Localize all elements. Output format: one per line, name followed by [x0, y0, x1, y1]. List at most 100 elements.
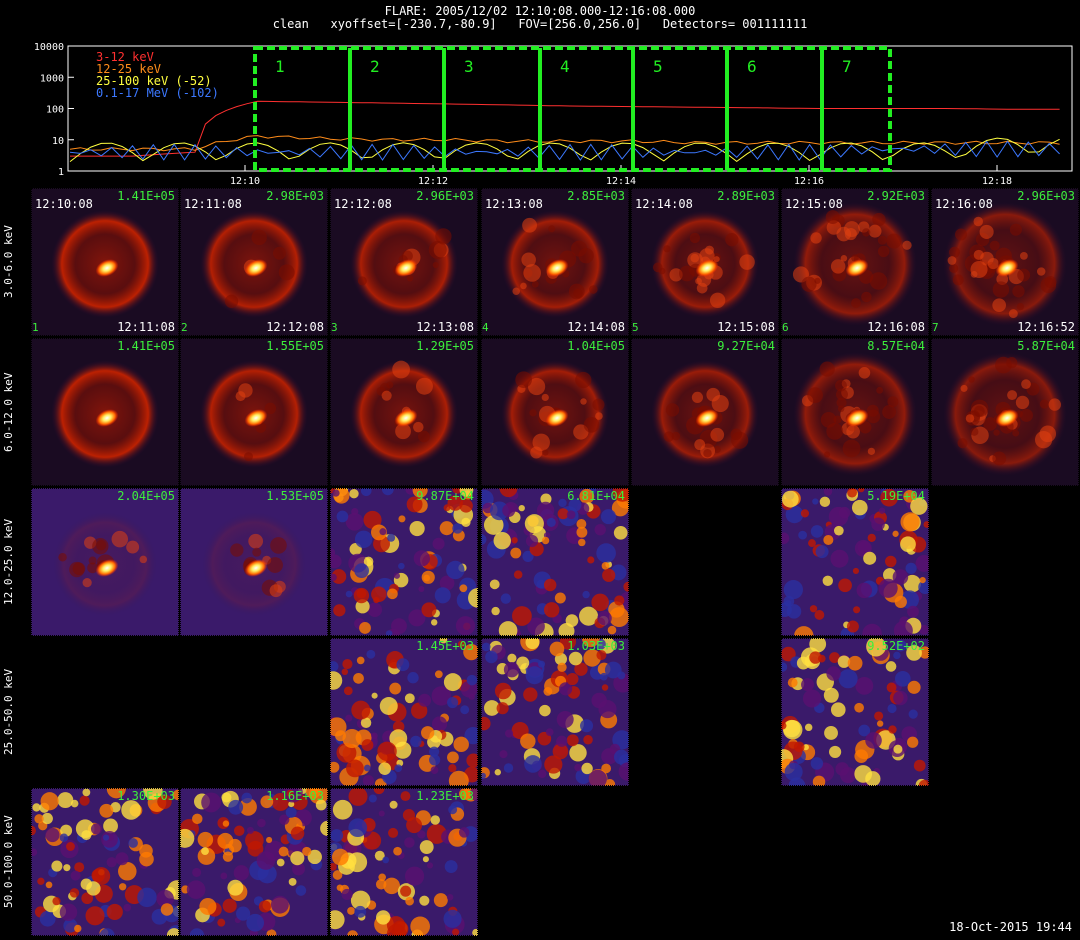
noise-blob [345, 714, 353, 722]
texture-blob [571, 240, 588, 257]
noise-blob [594, 523, 606, 536]
peak-value: 1.53E+05 [266, 489, 324, 503]
noise-blob [545, 728, 554, 736]
noise-blob [543, 578, 557, 592]
interval-end-time: 12:13:08 [416, 320, 474, 334]
interval-end-time: 12:16:52 [1017, 320, 1075, 334]
noise-blob [810, 525, 824, 538]
noise-blob [793, 741, 805, 753]
noise-blob [867, 533, 876, 542]
noise-blob [37, 877, 45, 885]
noise-blob [851, 499, 868, 516]
noise-blob [808, 539, 816, 548]
noise-blob [118, 883, 127, 891]
noise-blob [276, 858, 285, 867]
texture-blob [1048, 398, 1061, 411]
texture-blob [1039, 399, 1049, 409]
interval-end-time: 12:14:08 [567, 320, 625, 334]
texture-blob [973, 405, 985, 417]
interval-start-time: 12:14:08 [635, 197, 693, 211]
noise-blob [387, 533, 396, 542]
texture-blob [973, 216, 984, 227]
noise-blob [389, 682, 402, 695]
noise-blob [809, 651, 822, 664]
noise-blob [256, 851, 276, 870]
noise-blob [123, 903, 132, 912]
noise-blob [544, 755, 563, 774]
noise-blob [376, 910, 391, 925]
image-cell: 1.29E+05 [330, 338, 478, 486]
map-image [330, 638, 478, 786]
legend-entry-4: 0.1-17 MeV (-102) [96, 86, 219, 100]
noise-blob [892, 530, 899, 537]
noise-blob [285, 806, 297, 818]
map-image [781, 338, 929, 486]
noise-blob [504, 729, 514, 738]
texture-blob [842, 439, 861, 458]
noise-blob [220, 872, 228, 880]
noise-blob [354, 563, 369, 579]
texture-blob [88, 556, 97, 565]
noise-blob [347, 852, 368, 873]
noise-blob [228, 799, 244, 815]
noise-blob [893, 744, 903, 754]
image-grid: 3.0-6.0 keV 1.41E+05 12:10:08 12:11:08 1 2.98… [0, 188, 1080, 938]
noise-blob [846, 620, 859, 633]
texture-blob [1036, 267, 1046, 276]
noise-blob [538, 769, 547, 779]
image-cell: 9.87E+04 [330, 488, 478, 636]
image-cell: 2.89E+03 12:14:08 12:15:08 5 [631, 188, 779, 336]
texture-blob [710, 427, 725, 442]
noise-blob [448, 764, 457, 773]
noise-blob [452, 928, 460, 936]
texture-blob [949, 263, 959, 273]
noise-blob [430, 815, 441, 825]
noise-blob [838, 506, 851, 519]
noise-blob [512, 606, 532, 626]
noise-blob [201, 792, 222, 813]
noise-blob [601, 684, 609, 691]
noise-blob [913, 759, 926, 772]
noise-blob [494, 682, 512, 700]
noise-blob [453, 736, 469, 753]
interval-label-3: 3 [464, 57, 474, 76]
noise-blob [568, 651, 583, 666]
noise-blob [448, 805, 458, 815]
noise-blob [784, 762, 803, 781]
x-tick-label: 12:16 [794, 176, 824, 187]
texture-blob [689, 232, 701, 244]
noise-blob [485, 650, 498, 664]
noise-blob [423, 574, 431, 582]
noise-blob [458, 827, 470, 838]
noise-blob [460, 705, 470, 715]
noise-blob [356, 656, 365, 665]
texture-blob [830, 259, 846, 274]
noise-blob [341, 888, 353, 901]
noise-blob [812, 498, 819, 505]
noise-blob [905, 562, 917, 574]
noise-blob [346, 759, 364, 778]
y-tick-label: 10 [52, 136, 64, 147]
interval-end-time: 12:11:08 [117, 320, 175, 334]
image-cell: 1.53E+05 [180, 488, 328, 636]
x-tick-label: 12:14 [606, 176, 636, 187]
noise-blob [79, 795, 90, 806]
noise-blob [520, 733, 536, 749]
texture-blob [836, 226, 851, 242]
noise-blob [353, 587, 370, 604]
noise-blob [814, 610, 825, 620]
noise-blob [363, 764, 371, 772]
noise-blob [222, 851, 234, 862]
texture-blob [992, 281, 1010, 298]
texture-blob [836, 388, 848, 401]
noise-blob [222, 820, 230, 827]
noise-blob [432, 537, 445, 550]
noise-blob [59, 833, 69, 843]
noise-blob [419, 895, 430, 906]
noise-blob [59, 903, 78, 921]
texture-blob [415, 377, 433, 395]
interval-start-time: 12:13:08 [485, 197, 543, 211]
peak-value: 1.30E+03 [117, 789, 175, 803]
texture-blob [1017, 268, 1031, 282]
noise-blob [455, 616, 476, 636]
